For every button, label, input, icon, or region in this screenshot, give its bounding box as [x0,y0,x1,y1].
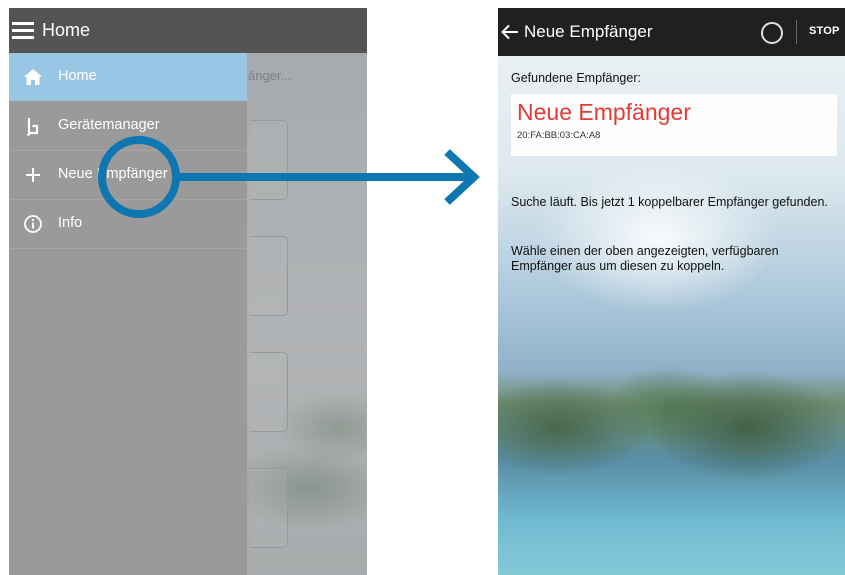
hamburger-menu-icon[interactable] [12,22,34,39]
receiver-list-item[interactable]: Neue Empfänger 20:FA:BB:03:CA:A8 [511,94,837,156]
info-icon [24,215,42,233]
drawer-item-label: Info [58,215,83,231]
back-arrow-icon[interactable] [500,22,520,42]
drawer-item-neue-empfaenger[interactable]: Neue Empfänger [9,151,247,200]
stop-button[interactable]: STOP [809,25,840,37]
drawer-item-info[interactable]: Info [9,200,247,249]
search-status-text: Suche läuft. Bis jetzt 1 koppelbarer Emp… [511,195,828,209]
pairing-instruction-text: Wähle einen der oben angezeigten, verfüg… [511,244,779,273]
left-app-bar-title: Home [42,20,91,40]
receiver-name: Neue Empfänger [517,99,691,125]
left-phone-screen: änger... Home Home Gerätemanager Neue Em… [9,8,367,575]
right-app-bar-title: Neue Empfänger [524,22,653,41]
app-bar-divider [796,20,797,44]
home-icon [24,69,42,85]
navigation-drawer: Home Gerätemanager Neue Empfänger Info [9,53,247,575]
right-app-bar: Neue Empfänger STOP [498,8,845,56]
drawer-item-home[interactable]: Home [9,53,247,101]
drawer-item-label: Gerätemanager [58,117,160,133]
found-receivers-label: Gefundene Empfänger: [511,71,641,85]
plus-icon [26,168,40,182]
spinner-icon [761,22,783,44]
device-manager-icon [27,118,39,136]
arrow-head [444,149,480,205]
right-phone-screen: Neue Empfänger STOP Gefundene Empfänger:… [498,8,845,575]
left-app-bar: Home [9,8,367,53]
drawer-item-label: Home [58,68,97,84]
drawer-item-geraetemanager[interactable]: Gerätemanager [9,102,247,151]
drawer-item-label: Neue Empfänger [58,166,168,182]
receiver-mac-address: 20:FA:BB:03:CA:A8 [517,130,601,141]
